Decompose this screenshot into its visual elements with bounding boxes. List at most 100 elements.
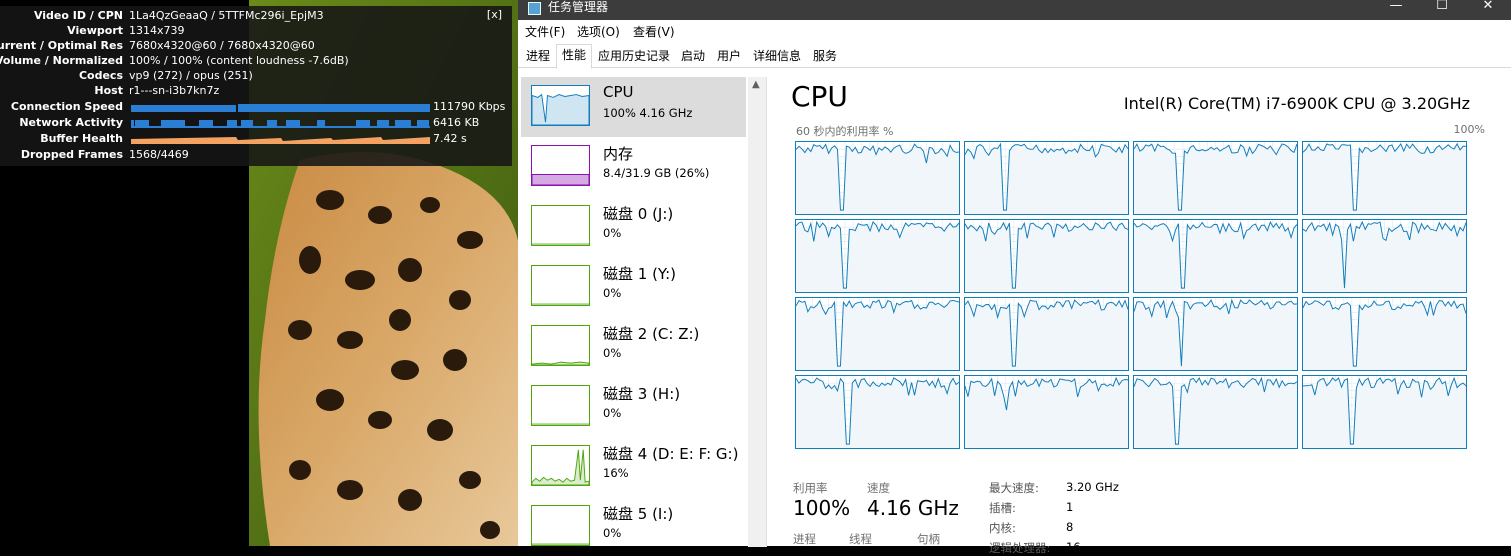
sidebar-item-name: 磁盘 3 (H:) <box>603 385 681 403</box>
tab-users[interactable]: 用户 <box>712 46 746 68</box>
logical-processor-graph <box>1133 375 1298 449</box>
tab-bar: 进程 性能 应用历史记录 启动 用户 详细信息 服务 <box>518 42 1511 69</box>
stats-value: 6416 KB <box>433 116 480 129</box>
sidebar-item-name: 磁盘 2 (C: Z:) <box>603 325 700 343</box>
tab-processes[interactable]: 进程 <box>521 46 555 68</box>
cpu-detail-panel: CPU Intel(R) Core(TM) i7-6900K CPU @ 3.2… <box>767 68 1511 555</box>
stats-row-connection-speed: Connection Speed 111790 Kbps <box>0 99 512 115</box>
sidebar-scrollbar[interactable]: ▲ <box>748 77 766 547</box>
sidebar-item-6[interactable]: 磁盘 4 (D: E: F: G:) 16% <box>521 437 746 497</box>
maximize-button[interactable]: ☐ <box>1419 0 1465 18</box>
connection-speed-bar <box>131 104 430 112</box>
stats-row-resolution: Current / Optimal Res 7680x4320@60 / 768… <box>0 38 512 54</box>
window-title: 任务管理器 <box>548 0 609 14</box>
sidebar-item-name: 磁盘 5 (I:) <box>603 505 674 523</box>
stats-for-nerds-panel: [x] Video ID / CPN 1La4QzGeaaQ / 5TTFMc2… <box>0 6 512 166</box>
sidebar-item-name: 磁盘 0 (J:) <box>603 205 674 223</box>
sidebar-thumbnail <box>531 85 590 126</box>
sidebar-thumbnail <box>531 325 590 366</box>
stats-label: Viewport <box>67 24 123 37</box>
stats-row-network-activity: Network Activity 6416 KB <box>0 115 512 131</box>
utilization-stat-label: 利用率 <box>793 481 828 495</box>
sidebar-thumbnail <box>531 265 590 306</box>
sidebar-item-value: 0% <box>603 226 622 240</box>
stats-label: Network Activity <box>19 116 123 129</box>
logical-processor-graph <box>964 375 1129 449</box>
stats-label: Volume / Normalized <box>0 54 123 67</box>
sidebar-item-2[interactable]: 磁盘 0 (J:) 0% <box>521 197 746 257</box>
stats-label: Buffer Health <box>40 132 123 145</box>
logical-processor-graph <box>795 375 960 449</box>
logical-processor-graph <box>795 297 960 371</box>
tab-performance[interactable]: 性能 <box>556 44 593 69</box>
stats-label: Codecs <box>78 69 123 82</box>
logical-processor-graph <box>795 141 960 215</box>
close-button[interactable]: ✕ <box>1465 0 1511 18</box>
stats-label: Current / Optimal Res <box>0 39 123 52</box>
stats-label: Dropped Frames <box>20 148 123 161</box>
stats-value: 1568/4469 <box>129 148 189 161</box>
tab-app-history[interactable]: 应用历史记录 <box>593 46 675 68</box>
sidebar-item-value: 100% 4.16 GHz <box>603 106 693 120</box>
sidebar-item-name: CPU <box>603 83 634 101</box>
sidebar-item-3[interactable]: 磁盘 1 (Y:) 0% <box>521 257 746 317</box>
tab-startup[interactable]: 启动 <box>676 46 710 68</box>
menu-file[interactable]: 文件(F) <box>525 23 565 40</box>
logical-processor-graph <box>1302 375 1467 449</box>
task-manager-window: 任务管理器 — ☐ ✕ 文件(F) 选项(O) 查看(V) 进程 性能 应用历史… <box>518 0 1511 555</box>
sidebar-thumbnail <box>531 145 590 186</box>
scroll-up-icon[interactable]: ▲ <box>752 79 760 90</box>
stats-row-codecs: Codecs vp9 (272) / opus (251) <box>0 68 512 84</box>
menu-view[interactable]: 查看(V) <box>633 23 675 40</box>
logical-processor-graph <box>1302 141 1467 215</box>
sidebar-thumbnail <box>531 505 590 546</box>
sidebar-item-1[interactable]: 内存 8.4/31.9 GB (26%) <box>521 137 746 197</box>
spec-value: 8 <box>1066 520 1074 534</box>
network-activity-bar <box>131 120 430 128</box>
logical-processor-graph <box>1133 141 1298 215</box>
minimize-button[interactable]: — <box>1373 0 1419 18</box>
sidebar-item-4[interactable]: 磁盘 2 (C: Z:) 0% <box>521 317 746 377</box>
logical-processor-graph <box>1133 297 1298 371</box>
task-manager-icon <box>528 2 541 15</box>
sidebar-item-value: 0% <box>603 346 622 360</box>
stats-row-dropped-frames: Dropped Frames 1568/4469 <box>0 147 512 163</box>
title-bar[interactable]: 任务管理器 — ☐ ✕ <box>518 0 1511 20</box>
logical-processor-graph <box>1302 297 1467 371</box>
spec-label: 最大速度: <box>989 481 1039 495</box>
sidebar-item-7[interactable]: 磁盘 5 (I:) 0% <box>521 497 746 547</box>
stats-value: 1La4QzGeaaQ / 5TTFMc296i_EpjM3 <box>129 9 324 22</box>
processes-stat-label: 进程 <box>793 532 816 546</box>
sidebar-item-5[interactable]: 磁盘 3 (H:) 0% <box>521 377 746 437</box>
sidebar-thumbnail <box>531 385 590 426</box>
sidebar-thumbnail <box>531 205 590 246</box>
spec-label: 插槽: <box>989 501 1016 515</box>
stats-row-video-id: Video ID / CPN 1La4QzGeaaQ / 5TTFMc296i_… <box>0 8 512 24</box>
spec-value: 16 <box>1066 540 1081 554</box>
logical-processor-graph <box>1133 219 1298 293</box>
stats-label: Connection Speed <box>10 100 123 113</box>
logical-processor-graph <box>964 141 1129 215</box>
stats-value: 1314x739 <box>129 24 185 37</box>
sidebar-item-0[interactable]: CPU 100% 4.16 GHz <box>521 77 746 137</box>
sidebar-thumbnail <box>531 445 590 486</box>
performance-sidebar: CPU 100% 4.16 GHz 内存 8.4/31.9 GB (26%) 磁盘 0 … <box>521 77 748 547</box>
tab-services[interactable]: 服务 <box>808 46 842 68</box>
logical-processor-graph <box>964 297 1129 371</box>
speed-stat-value: 4.16 GHz <box>867 496 959 520</box>
sidebar-item-value: 8.4/31.9 GB (26%) <box>603 166 710 180</box>
tab-details[interactable]: 详细信息 <box>748 46 806 68</box>
spec-value: 3.20 GHz <box>1066 480 1119 494</box>
spec-label: 内核: <box>989 521 1016 535</box>
logical-processor-graph <box>795 219 960 293</box>
sidebar-item-value: 0% <box>603 406 622 420</box>
main-scrollbar[interactable] <box>1496 68 1511 546</box>
handles-stat-label: 句柄 <box>917 532 940 546</box>
utilization-stat-value: 100% <box>793 496 851 520</box>
sidebar-item-name: 内存 <box>603 145 634 163</box>
logical-processor-graphs <box>767 68 1511 468</box>
stats-label: Host <box>94 84 123 97</box>
stats-value: vp9 (272) / opus (251) <box>129 69 253 82</box>
sidebar-item-value: 0% <box>603 286 622 300</box>
menu-options[interactable]: 选项(O) <box>577 23 620 40</box>
